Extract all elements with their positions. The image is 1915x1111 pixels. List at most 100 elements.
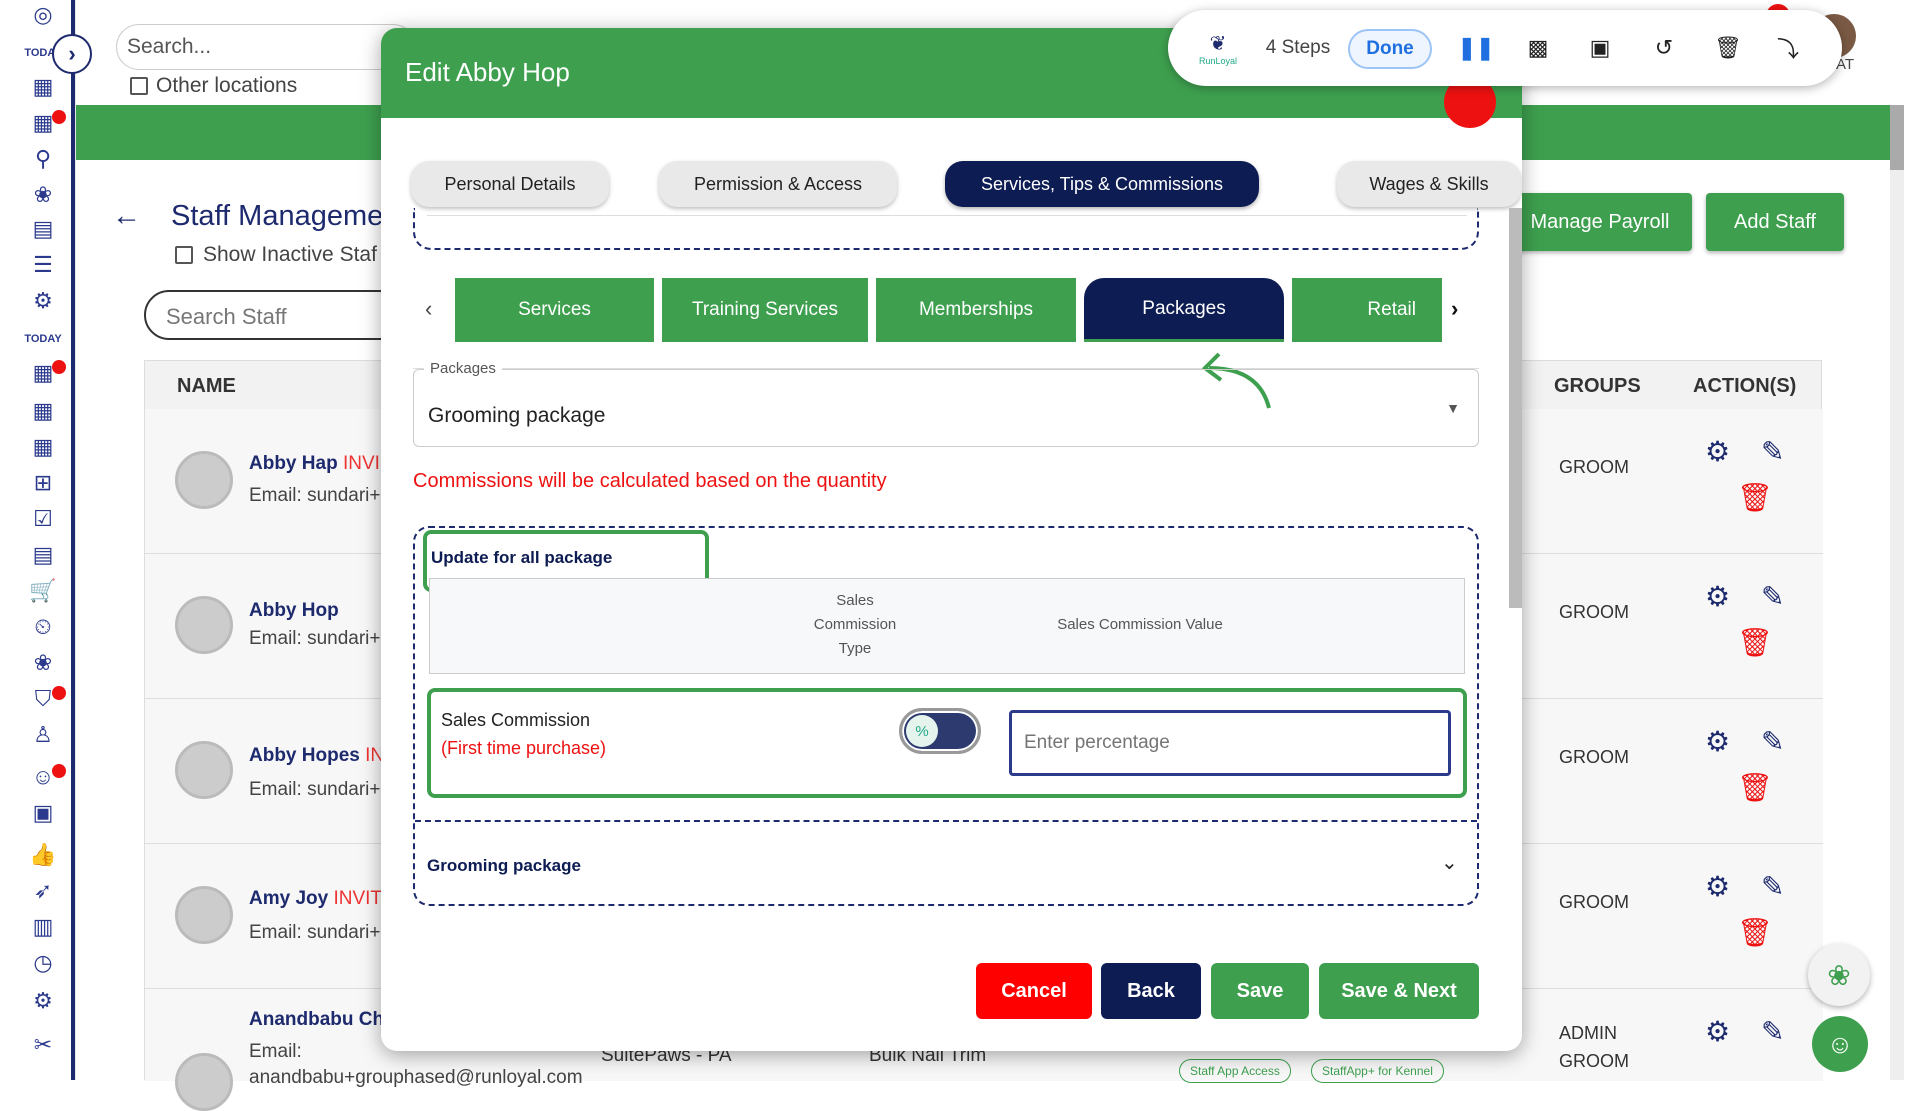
chart-icon[interactable]: ▥ xyxy=(26,912,60,942)
schedule-icon[interactable]: ▦ xyxy=(26,358,66,388)
page-scrollbar[interactable] xyxy=(1890,105,1904,1080)
tab-permission-access[interactable]: Permission & Access xyxy=(659,161,897,207)
checkbox[interactable] xyxy=(175,246,193,264)
delete-icon[interactable]: 🗑 xyxy=(1737,626,1773,659)
packages-select[interactable]: Packages Grooming package ▼ xyxy=(413,360,1479,447)
rocket-icon[interactable]: ➶ xyxy=(26,876,60,906)
calendar-grid-icon[interactable]: ▦ xyxy=(26,396,60,426)
user-settings-icon[interactable]: ⚙ xyxy=(1705,1015,1730,1048)
commission-type-toggle[interactable]: % xyxy=(899,708,981,754)
search-staff-input[interactable]: Search Staff xyxy=(144,290,404,340)
staff-group: ADMIN xyxy=(1559,1023,1617,1043)
staff-email: Email: sundari+ xyxy=(249,779,381,800)
staff-name[interactable]: Amy Joy INVIT xyxy=(249,888,382,910)
staff-name[interactable]: Anandbabu Chi xyxy=(249,1009,389,1031)
back-button[interactable]: Back xyxy=(1101,963,1201,1019)
subtab-services[interactable]: Services xyxy=(455,278,654,342)
user-settings-icon[interactable]: ⚙ xyxy=(1705,435,1730,468)
tab-services-tips-commissions[interactable]: Services, Tips & Commissions xyxy=(945,161,1259,207)
chevron-left-icon[interactable]: ‹ xyxy=(425,296,432,322)
walker-icon[interactable]: ⚲ xyxy=(26,144,60,174)
paw-help-icon[interactable]: ❀ xyxy=(1808,944,1870,1006)
edit-staff-modal: Edit Abby Hop Personal Details Permissio… xyxy=(381,28,1522,1051)
sidebar-edge xyxy=(71,0,75,1080)
staff-email: Email: sundari+g xyxy=(249,485,392,506)
staff-name[interactable]: Abby Hop xyxy=(249,600,339,622)
badge-icon[interactable]: ⛉ xyxy=(26,684,66,714)
edit-icon[interactable]: ✎ xyxy=(1761,870,1784,903)
cart-icon[interactable]: 🛒 xyxy=(26,576,60,606)
global-search-input[interactable]: Search... xyxy=(116,24,416,70)
tab-personal-details[interactable]: Personal Details xyxy=(411,161,609,207)
manage-payroll-button[interactable]: Manage Payroll xyxy=(1508,193,1692,251)
cancel-button[interactable]: Cancel xyxy=(976,963,1092,1019)
paws-icon[interactable]: ❀ xyxy=(26,648,60,678)
settings-icon[interactable]: ⚙ xyxy=(26,986,60,1016)
clock-icon[interactable]: ◷ xyxy=(26,948,60,978)
chevron-right-icon[interactable]: › xyxy=(1451,296,1458,322)
edit-icon[interactable]: ✎ xyxy=(1761,580,1784,613)
report-icon[interactable]: ▤ xyxy=(26,540,60,570)
modal-scrollbar[interactable] xyxy=(1509,208,1522,608)
subtab-packages[interactable]: Packages xyxy=(1084,278,1284,342)
user-icon[interactable]: ♙ xyxy=(26,720,60,750)
image-icon[interactable]: ▣ xyxy=(1568,10,1632,86)
save-button[interactable]: Save xyxy=(1211,963,1309,1019)
calendar-alt-icon[interactable]: ▦ xyxy=(26,432,60,462)
delete-icon[interactable]: 🗑 xyxy=(1737,916,1773,949)
user-settings-icon[interactable]: ⚙ xyxy=(1705,870,1730,903)
store-icon[interactable]: ▤ xyxy=(26,214,60,244)
caret-down-icon: ▼ xyxy=(1446,400,1460,416)
edit-icon[interactable]: ✎ xyxy=(1761,1015,1784,1048)
today-alt-icon[interactable]: TODAY xyxy=(24,324,61,354)
subtab-memberships[interactable]: Memberships xyxy=(876,278,1076,342)
page-scrollbar-thumb[interactable] xyxy=(1890,105,1904,170)
calendar-icon[interactable]: ▦ xyxy=(26,108,66,138)
avatar xyxy=(175,596,233,654)
delete-icon[interactable]: 🗑 xyxy=(1737,771,1773,804)
column-header-groups: GROUPS xyxy=(1554,375,1641,397)
checklist-icon[interactable]: ☑ xyxy=(26,504,60,534)
show-inactive-checkbox[interactable]: Show Inactive Staf xyxy=(175,243,377,267)
paw-icon[interactable]: ❀ xyxy=(26,180,60,210)
list-icon[interactable]: ☰ xyxy=(26,250,60,280)
layout-icon[interactable]: ⊞ xyxy=(26,468,60,498)
tools-icon[interactable]: ✂ xyxy=(26,1030,60,1060)
user-settings-icon[interactable]: ⚙ xyxy=(1705,725,1730,758)
subtab-training-services[interactable]: Training Services xyxy=(662,278,868,342)
tab-wages-skills[interactable]: Wages & Skills xyxy=(1337,161,1521,207)
chat-icon[interactable]: ☺ xyxy=(26,762,66,792)
show-inactive-label: Show Inactive Staf xyxy=(203,243,377,266)
gallery-icon[interactable]: ▣ xyxy=(26,798,60,828)
grooming-package-row[interactable]: Grooming package xyxy=(427,856,581,876)
delete-icon[interactable]: 🗑 xyxy=(1737,481,1773,514)
arrow-down-icon[interactable]: ⤵ xyxy=(1758,10,1818,86)
avatar xyxy=(175,451,233,509)
blur-icon[interactable]: ▩ xyxy=(1508,10,1568,86)
undo-icon[interactable]: ↺ xyxy=(1632,10,1696,86)
user-settings-icon[interactable]: ⚙ xyxy=(1705,580,1730,613)
thumbs-up-icon[interactable]: 👍 xyxy=(26,840,60,870)
edit-icon[interactable]: ✎ xyxy=(1761,725,1784,758)
subtab-retail[interactable]: Retail xyxy=(1292,278,1442,342)
save-next-button[interactable]: Save & Next xyxy=(1319,963,1479,1019)
edit-icon[interactable]: ✎ xyxy=(1761,435,1784,468)
chevron-down-icon[interactable]: ⌄ xyxy=(1441,850,1458,875)
timer-icon[interactable]: ⏲ xyxy=(26,612,60,642)
pet-search-icon[interactable]: ⚙ xyxy=(26,286,60,316)
done-button[interactable]: Done xyxy=(1348,29,1432,69)
chat-support-icon[interactable]: ☺ xyxy=(1812,1016,1868,1072)
staff-name[interactable]: Abby Hopes IN xyxy=(249,745,384,767)
sidebar-expand-button[interactable]: › xyxy=(52,34,92,74)
commission-percentage-input[interactable] xyxy=(1009,710,1451,776)
avatar xyxy=(175,741,233,799)
trash-icon[interactable]: 🗑 xyxy=(1696,10,1760,86)
staff-email-value: anandbabu+grouphased@runloyal.com xyxy=(249,1067,583,1088)
dashboard-icon[interactable]: ▦ xyxy=(26,72,60,102)
checkbox[interactable] xyxy=(130,77,148,95)
other-locations-checkbox[interactable]: Other locations xyxy=(130,74,297,98)
add-staff-button[interactable]: Add Staff xyxy=(1706,193,1844,251)
staff-name[interactable]: Abby Hap INVI xyxy=(249,453,380,475)
pause-icon[interactable]: ❚❚ xyxy=(1448,10,1504,86)
back-arrow-icon[interactable]: ← xyxy=(112,200,141,233)
